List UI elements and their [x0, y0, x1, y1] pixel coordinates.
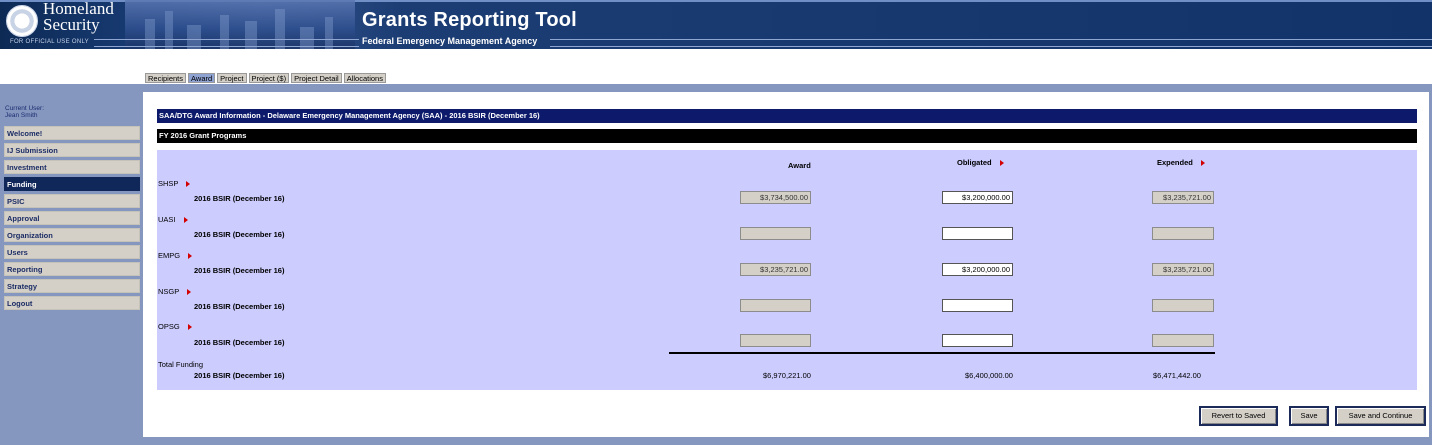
logo-line-2: Security: [43, 15, 100, 34]
total-funding-label: Total Funding: [158, 360, 204, 369]
tab-award[interactable]: Award: [188, 73, 216, 83]
agency-logo-text: Homeland Security: [43, 0, 114, 34]
expended-column-label: Expended: [1157, 158, 1193, 167]
shsp-expand-arrow-icon[interactable]: [186, 181, 191, 188]
total-expended-value: $6,471,442.00: [1153, 371, 1201, 380]
header-rule-left: [94, 39, 359, 47]
empg-expended-field: [1152, 263, 1214, 276]
total-award-value: $6,970,221.00: [763, 371, 811, 380]
nav-item-strategy[interactable]: Strategy: [4, 279, 140, 293]
tab-recipients[interactable]: Recipients: [145, 73, 187, 83]
sidebar-nav: Welcome! IJ Submission Investment Fundin…: [4, 126, 140, 313]
opsg-expand-arrow-icon[interactable]: [187, 324, 192, 331]
tab-project-detail[interactable]: Project Detail: [291, 73, 342, 83]
tab-bar: Recipients Award Project Project ($) Pro…: [145, 73, 386, 83]
program-name: NSGP: [158, 287, 180, 296]
program-name: UASI: [158, 215, 176, 224]
grant-programs-header: FY 2016 Grant Programs: [157, 129, 1417, 143]
award-column-header: Award: [788, 161, 811, 170]
program-name: EMPG: [158, 251, 181, 260]
nav-item-welcome[interactable]: Welcome!: [4, 126, 140, 140]
tab-project[interactable]: Project: [217, 73, 247, 83]
app-subtitle: Federal Emergency Management Agency: [362, 36, 538, 46]
program-name: SHSP: [158, 179, 179, 188]
header-rule-right: [550, 39, 1432, 47]
opsg-award-field: [740, 334, 811, 347]
frame-top: [143, 84, 1432, 92]
nsgp-expand-arrow-icon[interactable]: [187, 289, 192, 296]
revert-to-saved-button[interactable]: Revert to Saved: [1199, 406, 1278, 426]
shsp-award-field: [740, 191, 811, 204]
nav-item-investment[interactable]: Investment: [4, 160, 140, 174]
obligated-column-header: Obligated: [957, 158, 1004, 167]
nav-item-funding[interactable]: Funding: [4, 177, 140, 191]
tab-allocations[interactable]: Allocations: [343, 73, 386, 83]
uasi-row-label: 2016 BSIR (December 16): [194, 230, 285, 239]
official-use-label: FOR OFFICIAL USE ONLY: [10, 39, 89, 45]
nav-item-approval[interactable]: Approval: [4, 211, 140, 225]
obligated-column-label: Obligated: [957, 158, 992, 167]
program-name: OPSG: [158, 322, 180, 331]
uasi-award-field: [740, 227, 811, 240]
obligated-expand-arrow-icon[interactable]: [999, 160, 1004, 167]
empg-row-label: 2016 BSIR (December 16): [194, 266, 285, 275]
nav-item-psic[interactable]: PSIC: [4, 194, 140, 208]
uasi-obligated-input[interactable]: [942, 227, 1013, 240]
uasi-expand-arrow-icon[interactable]: [183, 217, 188, 224]
empg-obligated-input[interactable]: [942, 263, 1013, 276]
nsgp-expended-field: [1152, 299, 1214, 312]
award-column-label: Award: [788, 161, 811, 170]
nsgp-obligated-input[interactable]: [942, 299, 1013, 312]
expended-expand-arrow-icon[interactable]: [1200, 160, 1205, 167]
tab-project-dollars[interactable]: Project ($): [248, 73, 290, 83]
program-opsg: OPSG: [158, 322, 192, 331]
program-uasi: UASI: [158, 215, 188, 224]
nav-item-logout[interactable]: Logout: [4, 296, 140, 310]
award-info-header: SAA/DTG Award Information - Delaware Eme…: [157, 109, 1417, 123]
nav-item-ij-submission[interactable]: IJ Submission: [4, 143, 140, 157]
program-empg: EMPG: [158, 251, 193, 260]
save-button[interactable]: Save: [1289, 406, 1329, 426]
uasi-expended-field: [1152, 227, 1214, 240]
nsgp-award-field: [740, 299, 811, 312]
expended-column-header: Expended: [1157, 158, 1205, 167]
program-shsp: SHSP: [158, 179, 191, 188]
opsg-expended-field: [1152, 334, 1214, 347]
shsp-obligated-input[interactable]: [942, 191, 1013, 204]
app-header: Homeland Security FOR OFFICIAL USE ONLY …: [0, 0, 1432, 49]
nav-item-reporting[interactable]: Reporting: [4, 262, 140, 276]
program-nsgp: NSGP: [158, 287, 192, 296]
current-user-name: Jean Smith: [5, 112, 38, 119]
dhs-seal-icon: [6, 5, 38, 37]
frame-bottom: [143, 437, 1432, 445]
current-user: Current User: Jean Smith: [5, 105, 44, 119]
totals-divider: [669, 352, 1215, 354]
total-obligated-value: $6,400,000.00: [965, 371, 1013, 380]
opsg-row-label: 2016 BSIR (December 16): [194, 338, 285, 347]
nav-item-organization[interactable]: Organization: [4, 228, 140, 242]
opsg-obligated-input[interactable]: [942, 334, 1013, 347]
empg-award-field: [740, 263, 811, 276]
empg-expand-arrow-icon[interactable]: [188, 253, 193, 260]
total-row-label: 2016 BSIR (December 16): [194, 371, 285, 380]
nsgp-row-label: 2016 BSIR (December 16): [194, 302, 285, 311]
shsp-row-label: 2016 BSIR (December 16): [194, 194, 285, 203]
shsp-expended-field: [1152, 191, 1214, 204]
current-user-label: Current User:: [5, 105, 45, 112]
app-title: Grants Reporting Tool: [362, 9, 577, 31]
nav-item-users[interactable]: Users: [4, 245, 140, 259]
save-and-continue-button[interactable]: Save and Continue: [1335, 406, 1426, 426]
